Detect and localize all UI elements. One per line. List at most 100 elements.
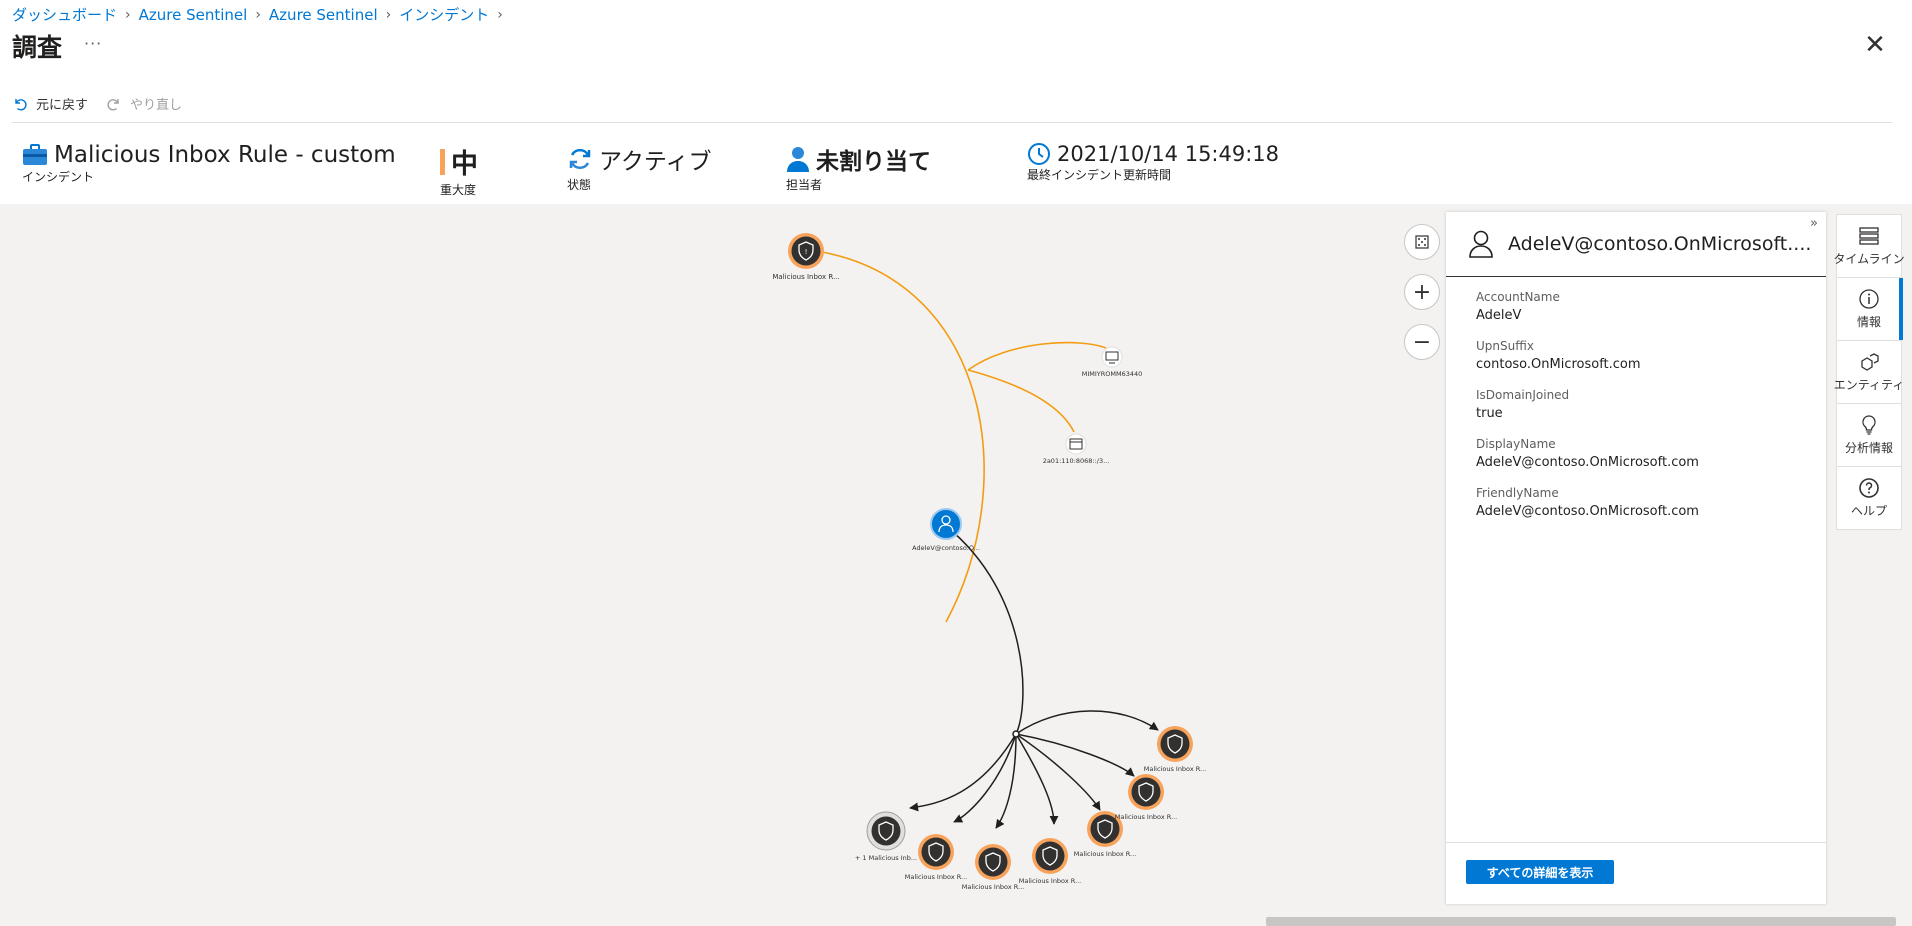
status-value: アクティブ [599, 149, 712, 175]
severity-caption: 重大度 [440, 183, 477, 197]
minus-icon: − [1412, 329, 1432, 355]
breadcrumb-link-incidents[interactable]: インシデント [399, 4, 489, 25]
property-item: DisplayName AdeleV@contoso.OnMicrosoft.co… [1476, 437, 1699, 470]
property-key: IsDomainJoined [1476, 388, 1570, 402]
alert-group-node-label: + 1 Malicious Inb... [855, 854, 917, 862]
alert-node-1[interactable] [918, 834, 954, 870]
rail-item-label: 情報 [1856, 315, 1881, 329]
alert-node-top[interactable]: ! [788, 233, 824, 269]
alert-node-6[interactable] [1157, 726, 1193, 762]
rail-item-help[interactable]: ヘルプ [1836, 466, 1902, 530]
owner-block: 未割り当て 担当者 [786, 142, 931, 193]
host-node[interactable] [1101, 346, 1123, 368]
edge-hub-alert-4 [1015, 733, 1101, 811]
property-key: FriendlyName [1476, 486, 1559, 500]
alert-node-6-label: Malicious Inbox R... [1144, 765, 1206, 773]
plus-icon: + [1412, 279, 1432, 305]
incident-name: Malicious Inbox Rule - custom [54, 142, 396, 168]
account-icon [1469, 230, 1493, 258]
updated-caption: 最終インシデント更新時間 [1027, 168, 1172, 182]
rail-item-info[interactable]: 情報 [1836, 277, 1903, 340]
breadcrumb-link-dashboard[interactable]: ダッシュボード [12, 4, 117, 25]
rail-item-timeline[interactable]: タイムライン [1833, 214, 1905, 277]
more-options-button[interactable]: ··· [84, 34, 102, 53]
rail-item-label: タイムライン [1833, 252, 1905, 266]
rail-item-label: エンティティ [1833, 378, 1905, 392]
rail-item-insights[interactable]: 分析情報 [1836, 403, 1902, 466]
incident-name-caption: インシデント [22, 170, 95, 184]
property-list: AccountName AdeleV UpnSuffix contoso.OnMic… [1476, 290, 1699, 535]
edge-to-host [967, 341, 1107, 371]
alert-node-top-label: Malicious Inbox R... [772, 273, 839, 281]
host-node-label: MIMIYROMM63440 [1082, 370, 1143, 378]
property-value: AdeleV [1476, 308, 1522, 323]
divider [1446, 276, 1826, 277]
fit-to-screen-button[interactable] [1404, 224, 1440, 260]
insights-icon [1862, 415, 1876, 435]
owner-caption: 担当者 [786, 178, 823, 192]
close-button[interactable]: ✕ [1862, 30, 1888, 60]
edge-alert-account [821, 251, 985, 623]
person-icon [787, 147, 809, 172]
undo-label: 元に戻す [36, 98, 89, 113]
edge-account-hub [945, 525, 1024, 735]
alert-node-2[interactable] [975, 844, 1011, 880]
expand-panel-icon[interactable]: » [1810, 216, 1818, 231]
alert-node-4-label: Malicious Inbox R... [1074, 850, 1136, 858]
page-title: 調査 [12, 33, 63, 62]
zoom-out-button[interactable]: − [1404, 324, 1440, 360]
show-all-details-button[interactable]: すべての詳細を表示 [1466, 860, 1614, 884]
property-item: IsDomainJoined true [1476, 388, 1699, 421]
breadcrumb-link-sentinel[interactable]: Azure Sentinel [139, 6, 248, 24]
entities-icon [1861, 353, 1879, 371]
info-icon [1859, 289, 1879, 309]
alert-node-5-label: Malicious Inbox R... [1115, 813, 1177, 821]
account-node[interactable] [930, 508, 962, 540]
property-item: FriendlyName AdeleV@contoso.OnMicrosoft.c… [1476, 486, 1699, 519]
divider [1446, 842, 1826, 843]
undo-icon [15, 98, 27, 111]
url-node[interactable] [1065, 433, 1087, 455]
chevron-right-icon: › [125, 6, 131, 23]
alert-node-5[interactable] [1128, 774, 1164, 810]
scrollbar-thumb[interactable] [1266, 917, 1896, 926]
rail-item-label: 分析情報 [1844, 441, 1893, 455]
alert-node-3[interactable] [1032, 838, 1068, 874]
divider [12, 122, 1892, 123]
panel-title: AdeleV@contoso.OnMicrosoft.... [1508, 233, 1812, 255]
chevron-right-icon: › [385, 6, 392, 23]
undo-button[interactable]: 元に戻す [12, 94, 88, 113]
property-item: UpnSuffix contoso.OnMicrosoft.com [1476, 339, 1699, 372]
property-key: UpnSuffix [1476, 339, 1534, 353]
chevron-right-icon: › [255, 6, 261, 23]
side-rail: タイムライン 情報 エンティティ 分析情報 ヘルプ [1833, 214, 1905, 530]
alert-group-node[interactable] [866, 811, 906, 851]
edge-hub-alert-5 [1015, 733, 1135, 777]
alert-node-1-label: Malicious Inbox R... [905, 873, 967, 881]
hub-node[interactable] [1012, 730, 1020, 738]
redo-button[interactable]: やり直し [106, 94, 182, 113]
breadcrumb-link-sentinel-workspace[interactable]: Azure Sentinel [269, 6, 378, 24]
alert-node-3-label: Malicious Inbox R... [1019, 877, 1081, 885]
zoom-in-button[interactable]: + [1404, 274, 1440, 310]
chevron-right-icon: › [497, 6, 503, 23]
updated-block: 2021/10/14 15:49:18 最終インシデント更新時間 [1027, 142, 1279, 183]
briefcase-icon [23, 144, 47, 165]
fit-icon [1415, 235, 1429, 249]
edges-orange [821, 251, 1107, 623]
severity-block: 中 重大度 [440, 142, 478, 198]
rail-item-entities[interactable]: エンティティ [1833, 340, 1905, 403]
edge-to-url [967, 369, 1075, 433]
property-key: DisplayName [1476, 437, 1556, 451]
owner-value: 未割り当て [816, 149, 931, 175]
clock-icon [1028, 143, 1050, 165]
redo-label: やり直し [130, 98, 183, 113]
severity-bar-icon [440, 148, 445, 175]
property-value: AdeleV@contoso.OnMicrosoft.com [1476, 455, 1699, 470]
breadcrumb: ダッシュボード › Azure Sentinel › Azure Sentinel ›… [12, 4, 503, 25]
incident-name-block: Malicious Inbox Rule - custom インシデント [22, 142, 396, 185]
url-node-label: 2a01:110:8068::/3... [1043, 457, 1110, 465]
property-key: AccountName [1476, 290, 1560, 304]
property-value: true [1476, 406, 1503, 421]
property-item: AccountName AdeleV [1476, 290, 1699, 323]
